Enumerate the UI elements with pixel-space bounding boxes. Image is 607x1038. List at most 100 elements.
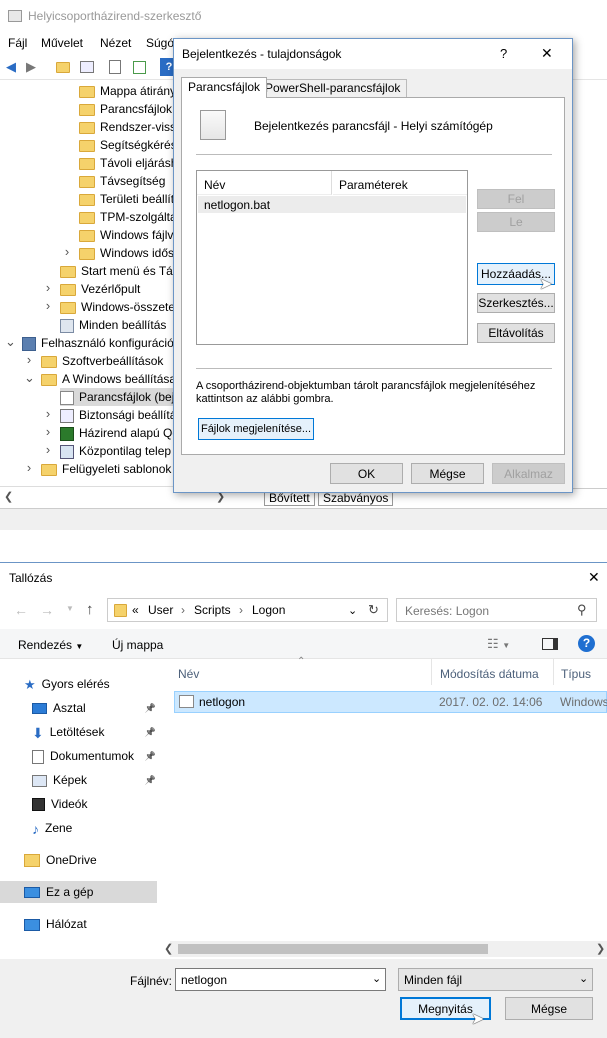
tree-item[interactable]: Segítségkérés [79, 136, 175, 154]
chevron-right-icon[interactable]: › [43, 442, 53, 457]
pin-icon[interactable]: 📌 [145, 721, 156, 743]
chevron-right-icon[interactable]: › [24, 460, 34, 475]
nav-item[interactable]: Ez a gép [0, 881, 157, 903]
tab-powershell[interactable]: PowerShell-parancsfájlok [258, 79, 408, 97]
show-tree-icon[interactable] [78, 58, 96, 76]
tree-item[interactable]: Start menü és Tálc [60, 262, 175, 280]
tab-scripts[interactable]: Parancsfájlok [181, 77, 268, 98]
menu-view[interactable]: Nézet [100, 36, 131, 50]
forward-arrow-icon[interactable]: → [40, 602, 54, 618]
menu-action[interactable]: Művelet [41, 36, 83, 50]
help-question-icon[interactable]: ? [500, 46, 507, 61]
tree-item[interactable]: Mappa átirány [79, 82, 175, 100]
tree-item[interactable]: Biztonsági beállítá [60, 406, 175, 424]
file-type-filter[interactable]: Minden fájl ⌄ [398, 968, 593, 991]
ok-button[interactable]: OK [330, 463, 403, 484]
tree-item[interactable]: Vezérlőpult [60, 280, 140, 298]
refresh-icon[interactable]: ↻ [368, 602, 379, 618]
up-folder-icon[interactable] [54, 58, 72, 76]
scroll-right-icon[interactable]: ❯ [596, 942, 605, 955]
nav-item[interactable]: OneDrive [24, 849, 160, 871]
table-row[interactable]: netlogon 2017. 02. 02. 14:06 Windows [174, 691, 607, 713]
chevron-down-icon[interactable]: ⌄ [372, 972, 381, 985]
preview-pane-icon[interactable] [542, 638, 558, 650]
organize-menu[interactable]: Rendezés ▼ [18, 638, 83, 652]
tree-item[interactable]: Windows idős [79, 244, 174, 262]
scroll-left-icon[interactable]: ❮ [4, 490, 13, 503]
search-icon[interactable]: ⚲ [577, 602, 587, 618]
up-arrow-icon[interactable]: ↑ [86, 601, 94, 618]
nav-item[interactable]: Videók [32, 793, 160, 815]
nav-item[interactable]: ⬇ Letöltések 📌 [32, 721, 160, 743]
scripts-list[interactable]: Név Paraméterek netlogon.bat [196, 170, 468, 345]
breadcrumb-scripts[interactable]: Scripts [194, 603, 231, 617]
tree-item[interactable]: Távoli eljárásh [79, 154, 175, 172]
search-input[interactable]: Keresés: Logon ⚲ [396, 598, 597, 622]
tree-item[interactable]: Központilag telep [60, 442, 171, 460]
horizontal-scrollbar[interactable]: ❮ ❯ [164, 941, 607, 957]
scroll-left-icon[interactable]: ❮ [164, 942, 173, 955]
nav-item[interactable]: Asztal 📌 [32, 697, 160, 719]
nav-item[interactable]: Hálózat [24, 913, 160, 935]
move-up-button[interactable]: Fel [477, 189, 555, 209]
chevron-right-icon[interactable]: › [43, 406, 53, 421]
tree-item[interactable]: Windows-összetev [60, 298, 175, 316]
help-icon[interactable]: ? [578, 635, 595, 652]
show-files-button[interactable]: Fájlok megjelenítése... [198, 418, 314, 440]
menu-help[interactable]: Súgó [146, 36, 174, 50]
tree-item[interactable]: A Windows beállítása [41, 370, 175, 388]
pin-icon[interactable]: 📌 [145, 745, 156, 767]
tree-item[interactable]: Windows fájlv [79, 226, 173, 244]
pin-icon[interactable]: 📌 [145, 769, 156, 791]
tab-extended[interactable]: Bővített [264, 491, 315, 506]
back-arrow-icon[interactable]: ← [14, 602, 28, 618]
cancel-button[interactable]: Mégse [505, 997, 593, 1020]
chevron-down-icon[interactable]: ⌄ [348, 604, 357, 617]
tree-item[interactable]: Szoftverbeállítások [41, 352, 163, 370]
tab-standard[interactable]: Szabványos [318, 491, 394, 506]
close-icon[interactable]: ✕ [588, 569, 600, 586]
nav-item[interactable]: Dokumentumok 📌 [32, 745, 160, 767]
tree-item[interactable]: Felügyeleti sablonok [41, 460, 171, 478]
view-options-icon[interactable]: ☷ ▼ [487, 636, 510, 652]
tree-item[interactable]: Távsegítség [79, 172, 165, 190]
close-icon[interactable]: ✕ [541, 45, 553, 62]
nav-item[interactable]: Képek 📌 [32, 769, 160, 791]
breadcrumb-logon[interactable]: Logon [252, 603, 285, 617]
column-name-header[interactable]: Név [197, 171, 332, 195]
pin-icon[interactable]: 📌 [145, 697, 156, 719]
back-icon[interactable]: ◀ [2, 58, 20, 76]
column-type-header[interactable]: Típus [555, 659, 607, 685]
table-row[interactable]: netlogon.bat [198, 196, 466, 213]
chevron-right-icon[interactable]: › [24, 352, 34, 367]
chevron-down-icon[interactable]: ⌄ [5, 334, 16, 350]
scroll-thumb[interactable] [178, 944, 488, 954]
tree-item[interactable]: Területi beállít [79, 190, 174, 208]
apply-button[interactable]: Alkalmaz [492, 463, 565, 484]
breadcrumb-overflow[interactable]: « [132, 603, 139, 617]
chevron-right-icon[interactable]: › [62, 244, 72, 259]
tree-item[interactable]: Felhasználó konfiguráció [22, 334, 174, 352]
forward-icon[interactable]: ▶ [22, 58, 40, 76]
recent-dropdown-icon[interactable]: ▼ [66, 604, 74, 613]
filename-field[interactable]: netlogon ⌄ [175, 968, 386, 991]
column-params-header[interactable]: Paraméterek [333, 171, 467, 195]
remove-button[interactable]: Eltávolítás [477, 323, 555, 343]
menu-file[interactable]: Fájl [8, 36, 27, 50]
properties-icon[interactable] [106, 58, 124, 76]
tree-item[interactable]: Házirend alapú Qo [60, 424, 175, 442]
nav-item[interactable]: ★ Gyors elérés [24, 673, 160, 695]
tree-item[interactable]: Parancsfájlok [79, 100, 172, 118]
breadcrumb-user[interactable]: User [148, 603, 173, 617]
nav-item[interactable]: ♪ Zene [32, 817, 160, 839]
export-list-icon[interactable] [130, 58, 148, 76]
tree-item[interactable]: Parancsfájlok (bej [60, 388, 175, 406]
tree-item[interactable]: TPM-szolgálta [79, 208, 175, 226]
chevron-right-icon[interactable]: › [43, 424, 53, 439]
chevron-right-icon[interactable]: › [43, 298, 53, 313]
edit-button[interactable]: Szerkesztés... [477, 293, 555, 313]
address-bar[interactable]: « User › Scripts › Logon ⌄ ↻ [107, 598, 388, 622]
chevron-right-icon[interactable]: › [43, 280, 53, 295]
column-name-header[interactable]: Név [170, 659, 432, 685]
new-folder-button[interactable]: Új mappa [112, 638, 163, 652]
